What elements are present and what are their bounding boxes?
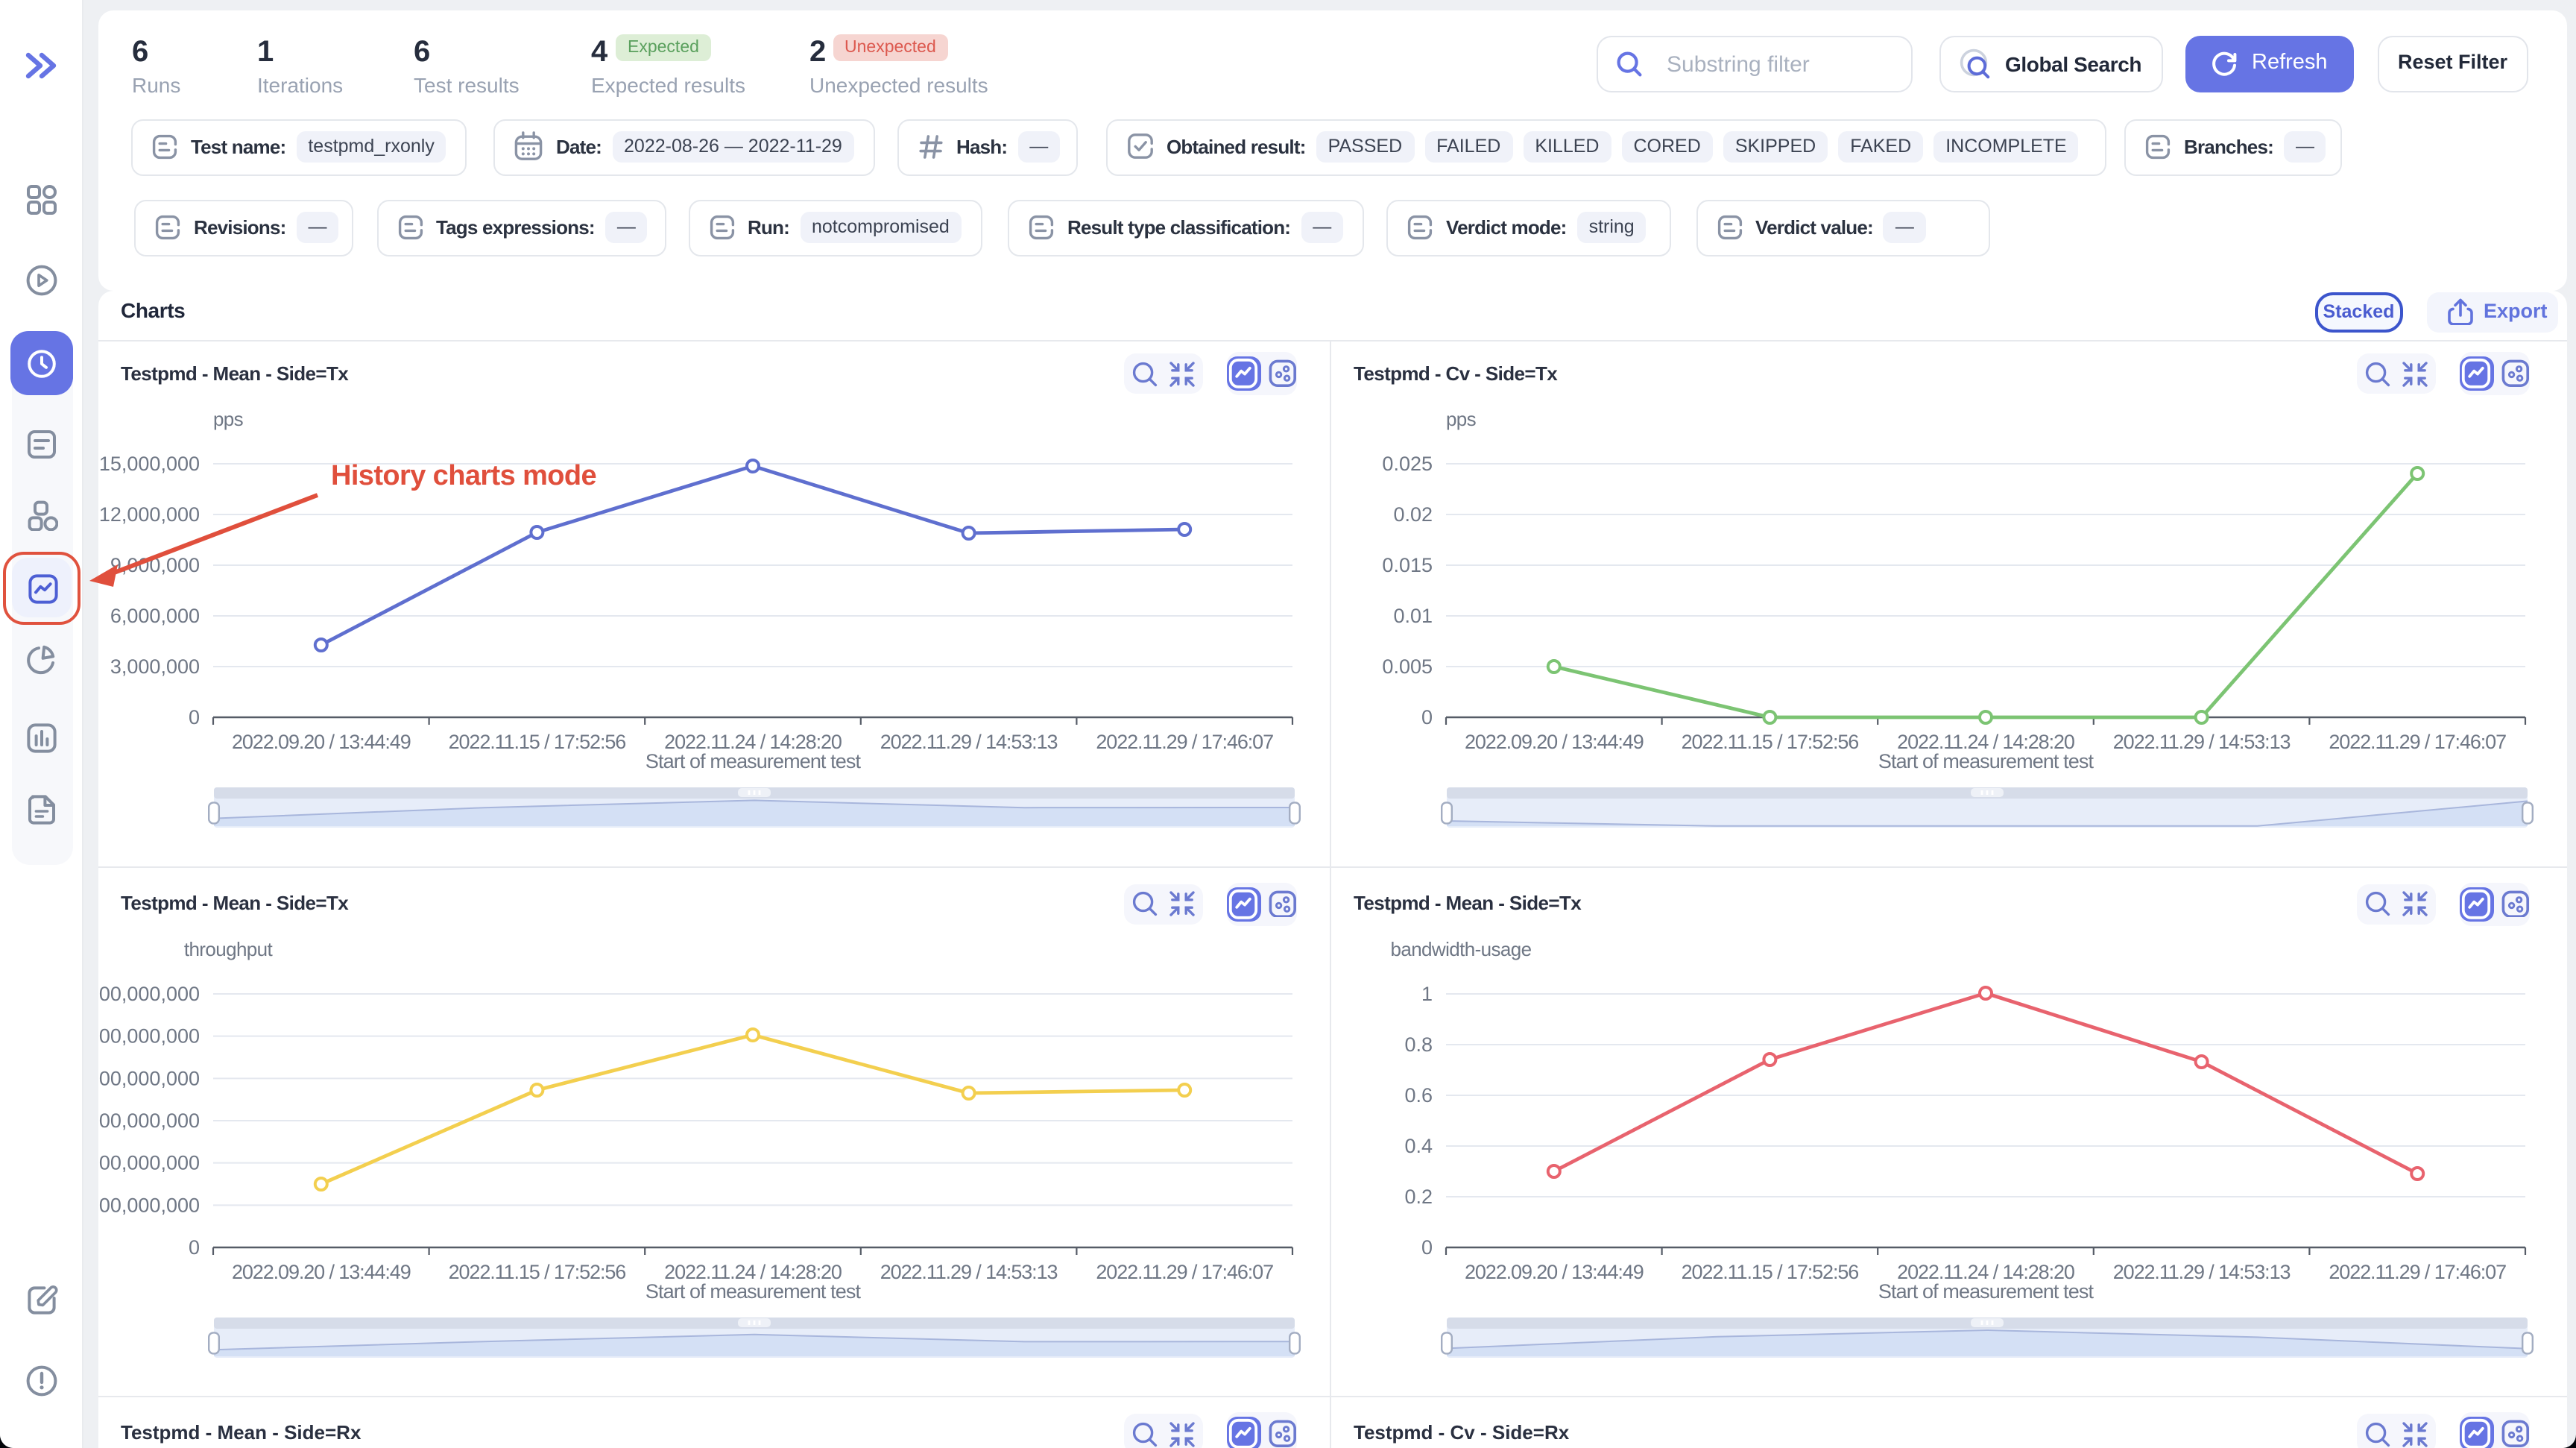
svg-text:2022.11.29 / 17:46:07: 2022.11.29 / 17:46:07 (2329, 1261, 2506, 1283)
svg-text:0.2: 0.2 (1404, 1186, 1433, 1208)
svg-text:2022.11.15 / 17:52:56: 2022.11.15 / 17:52:56 (449, 1261, 626, 1283)
svg-text:pps: pps (213, 408, 244, 430)
svg-text:2022.11.29 / 14:53:13: 2022.11.29 / 14:53:13 (880, 731, 1058, 753)
svg-text:00,000,000: 00,000,000 (99, 1025, 200, 1048)
svg-text:2022.11.24 / 14:28:20: 2022.11.24 / 14:28:20 (1897, 1261, 2074, 1283)
svg-text:2022.11.29 / 14:53:13: 2022.11.29 / 14:53:13 (2113, 731, 2291, 753)
svg-text:2022.11.15 / 17:52:56: 2022.11.15 / 17:52:56 (1682, 1261, 1859, 1283)
svg-text:2022.11.15 / 17:52:56: 2022.11.15 / 17:52:56 (449, 731, 626, 753)
svg-text:2022.11.24 / 14:28:20: 2022.11.24 / 14:28:20 (664, 731, 842, 753)
svg-text:2022.09.20 / 13:44:49: 2022.09.20 / 13:44:49 (232, 731, 411, 753)
svg-text:00,000,000: 00,000,000 (99, 1152, 200, 1174)
svg-text:pps: pps (1446, 408, 1477, 430)
svg-text:Start of measurement test: Start of measurement test (645, 1280, 862, 1303)
svg-text:2022.09.20 / 13:44:49: 2022.09.20 / 13:44:49 (1465, 731, 1644, 753)
svg-text:0: 0 (1421, 706, 1433, 728)
svg-text:0: 0 (189, 706, 200, 728)
svg-text:2022.11.24 / 14:28:20: 2022.11.24 / 14:28:20 (664, 1261, 842, 1283)
svg-text:3,000,000: 3,000,000 (110, 655, 200, 678)
svg-text:bandwidth-usage: bandwidth-usage (1390, 938, 1531, 960)
svg-text:0: 0 (189, 1236, 200, 1259)
svg-text:0: 0 (1421, 1236, 1433, 1259)
svg-text:2022.09.20 / 13:44:49: 2022.09.20 / 13:44:49 (232, 1261, 411, 1283)
svg-text:0.8: 0.8 (1404, 1033, 1433, 1056)
svg-text:throughput: throughput (184, 938, 274, 960)
svg-text:00,000,000: 00,000,000 (99, 1109, 200, 1132)
svg-text:1: 1 (1421, 983, 1433, 1005)
svg-text:2022.09.20 / 13:44:49: 2022.09.20 / 13:44:49 (1465, 1261, 1644, 1283)
svg-text:2022.11.24 / 14:28:20: 2022.11.24 / 14:28:20 (1897, 731, 2074, 753)
svg-text:00,000,000: 00,000,000 (99, 1067, 200, 1089)
svg-text:0.6: 0.6 (1404, 1084, 1433, 1107)
svg-text:00,000,000: 00,000,000 (99, 1194, 200, 1216)
svg-text:0.005: 0.005 (1382, 655, 1433, 678)
svg-text:00,000,000: 00,000,000 (99, 983, 200, 1005)
svg-text:Start of measurement test: Start of measurement test (1878, 1280, 2094, 1303)
svg-text:2022.11.29 / 17:46:07: 2022.11.29 / 17:46:07 (2329, 731, 2506, 753)
svg-text:0.01: 0.01 (1393, 605, 1433, 627)
svg-text:2022.11.29 / 14:53:13: 2022.11.29 / 14:53:13 (2113, 1261, 2291, 1283)
svg-text:0.02: 0.02 (1393, 503, 1433, 526)
svg-text:0.4: 0.4 (1404, 1135, 1433, 1157)
svg-text:2022.11.29 / 17:46:07: 2022.11.29 / 17:46:07 (1096, 1261, 1273, 1283)
svg-text:2022.11.15 / 17:52:56: 2022.11.15 / 17:52:56 (1682, 731, 1859, 753)
svg-text:2022.11.29 / 17:46:07: 2022.11.29 / 17:46:07 (1096, 731, 1273, 753)
svg-text:2022.11.29 / 14:53:13: 2022.11.29 / 14:53:13 (880, 1261, 1058, 1283)
svg-text:0.025: 0.025 (1382, 453, 1433, 475)
svg-text:Start of measurement test: Start of measurement test (645, 750, 862, 772)
svg-text:0.015: 0.015 (1382, 554, 1433, 576)
svg-text:Start of measurement test: Start of measurement test (1878, 750, 2094, 772)
